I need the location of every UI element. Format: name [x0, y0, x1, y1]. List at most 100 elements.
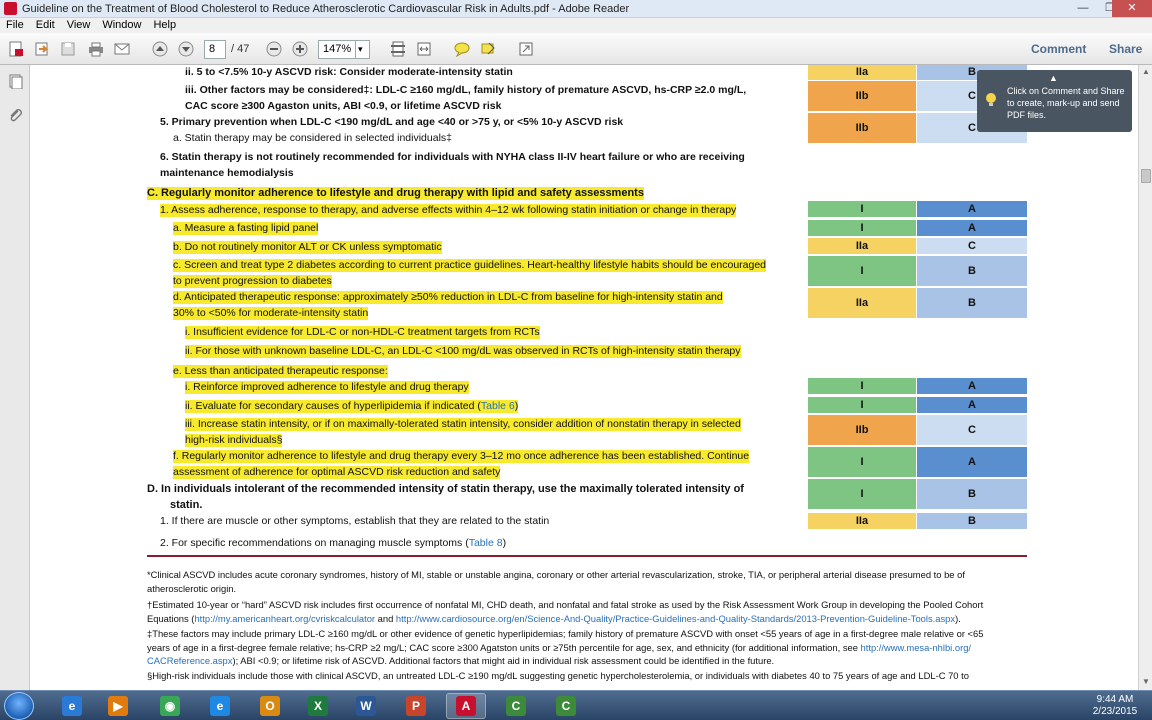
scroll-thumb[interactable] [1141, 169, 1151, 183]
rec-line: 2. For specific recommendations on manag… [160, 537, 507, 549]
open-icon[interactable] [32, 39, 52, 59]
system-clock[interactable]: 9:44 AM 2/23/2015 [1080, 694, 1150, 718]
cor-cell: I [808, 397, 916, 413]
cor-cell: I [808, 220, 916, 236]
loe-cell: A [917, 201, 1027, 217]
expand-icon[interactable] [516, 39, 536, 59]
cor-cell: IIb [808, 415, 916, 445]
footnote-line: CACReference.aspx); ABI <0.9; or lifetim… [147, 655, 775, 666]
cor-cell: I [808, 447, 916, 477]
document-view[interactable]: ii. 5 to <7.5% 10-y ASCVD risk: Consider… [30, 65, 1138, 690]
page-total: / 47 [231, 43, 250, 55]
camtasia-icon: C [506, 696, 526, 716]
vertical-scrollbar[interactable]: ▲ ▼ [1138, 65, 1152, 690]
menu-window[interactable]: Window [96, 18, 147, 33]
cor-cell: IIb [808, 113, 916, 143]
loe-cell: A [917, 378, 1027, 394]
section-heading-c: C. Regularly monitor adherence to lifest… [147, 187, 644, 200]
comment-button[interactable]: Comment [1031, 42, 1086, 56]
create-pdf-icon[interactable] [6, 39, 26, 59]
rec-line: 1. If there are muscle or other symptoms… [160, 515, 550, 527]
footnote-line: †Estimated 10-year or “hard” ASCVD risk … [147, 599, 984, 610]
zoom-out-icon[interactable] [264, 39, 284, 59]
highlight-icon[interactable] [478, 39, 498, 59]
next-page-icon[interactable] [176, 39, 196, 59]
zoom-input[interactable]: 147% [318, 40, 356, 59]
loe-cell: A [917, 447, 1027, 477]
taskbar-app-camtasia[interactable]: C [496, 693, 536, 719]
start-button[interactable] [4, 692, 34, 720]
minimize-button[interactable]: — [1070, 0, 1096, 17]
scroll-up-icon[interactable]: ▲ [1141, 67, 1151, 77]
menu-help[interactable]: Help [147, 18, 182, 33]
save-icon[interactable] [58, 39, 78, 59]
taskbar-app-ie[interactable]: e [52, 693, 92, 719]
fit-width-icon[interactable] [414, 39, 434, 59]
cor-cell: IIa [808, 513, 916, 529]
rec-line: iii. Increase statin intensity, or if on… [185, 418, 741, 431]
cor-cell: I [808, 256, 916, 286]
loe-cell: B [917, 513, 1027, 529]
print-icon[interactable] [86, 39, 106, 59]
table-6-link[interactable]: Table 6 [481, 400, 515, 412]
previous-page-icon[interactable] [150, 39, 170, 59]
rec-line: assessment of adherence for optimal ASCV… [173, 466, 501, 479]
share-button[interactable]: Share [1109, 42, 1142, 56]
rec-line: a. Statin therapy may be considered in s… [173, 132, 452, 144]
rec-line: ii. Evaluate for secondary causes of hyp… [185, 400, 519, 413]
taskbar-app-acrobat[interactable]: A [446, 693, 486, 719]
taskbar-app-ie2[interactable]: e [200, 693, 240, 719]
rec-line: e. Less than anticipated therapeutic res… [173, 365, 388, 378]
taskbar-app-outlook[interactable]: O [250, 693, 290, 719]
email-icon[interactable] [112, 39, 132, 59]
rec-line: c. Screen and treat type 2 diabetes acco… [173, 259, 767, 272]
taskbar-app-camtasia2[interactable]: C [546, 693, 586, 719]
taskbar-app-excel[interactable]: X [298, 693, 338, 719]
taskbar-app-chrome[interactable]: ◉ [150, 693, 190, 719]
close-button[interactable]: ✕ [1112, 0, 1152, 17]
tooltip-text: Click on Comment and Share to create, ma… [1007, 86, 1125, 120]
footnote-line: §High-risk individuals include those wit… [147, 670, 969, 681]
page-number-input[interactable]: 8 [204, 40, 226, 59]
cardiosource-link[interactable]: http://www.cardiosource.org/en/Science-A… [396, 613, 955, 624]
menu-file[interactable]: File [0, 18, 30, 33]
taskbar-app-word[interactable]: W [346, 693, 386, 719]
lightbulb-icon [985, 92, 997, 108]
cor-cell: IIa [808, 288, 916, 318]
table-8-link[interactable]: Table 8 [469, 537, 503, 549]
rec-line: maintenance hemodialysis [160, 167, 294, 179]
acrobat-icon: A [456, 696, 476, 716]
risk-calculator-link[interactable]: http://my.americanheart.org/cvriskcalcul… [194, 613, 375, 624]
attachments-icon[interactable] [7, 107, 23, 123]
rec-line: 5. Primary prevention when LDL-C <190 mg… [160, 116, 624, 128]
page-thumbnails-icon[interactable] [7, 73, 23, 90]
menu-edit[interactable]: Edit [30, 18, 61, 33]
rec-line: b. Do not routinely monitor ALT or CK un… [173, 241, 442, 254]
ie-icon: e [62, 696, 82, 716]
rec-line: to prevent progression to diabetes [173, 275, 332, 288]
taskbar-app-media[interactable]: ▶ [98, 693, 138, 719]
outlook-icon: O [260, 696, 280, 716]
comment-share-tooltip[interactable]: ▲ Click on Comment and Share to create, … [977, 70, 1132, 132]
zoom-in-icon[interactable] [290, 39, 310, 59]
loe-cell: C [917, 238, 1027, 254]
scroll-down-icon[interactable]: ▼ [1141, 677, 1151, 687]
menu-view[interactable]: View [61, 18, 97, 33]
taskbar-app-powerpoint[interactable]: P [396, 693, 436, 719]
fit-page-icon[interactable] [388, 39, 408, 59]
mesa-link-cont[interactable]: CACReference.aspx [147, 655, 232, 666]
rec-line: ii. 5 to <7.5% 10-y ASCVD risk: Consider… [185, 66, 513, 78]
toolbar: 8 / 47 147% ▾ Comment Share [0, 33, 1152, 65]
zoom-dropdown-icon[interactable]: ▾ [355, 40, 370, 59]
taskbar: e ▶ ◉ e O X W P A C C 9:44 AM 2/23/2015 [0, 690, 1152, 720]
ie2-icon: e [210, 696, 230, 716]
camtasia2-icon: C [556, 696, 576, 716]
footnote-divider [147, 555, 1027, 557]
sticky-note-icon[interactable] [452, 39, 472, 59]
mesa-link[interactable]: http://www.mesa-nhlbi.org/ [861, 642, 971, 653]
footnote-line: Equations (http://my.americanheart.org/c… [147, 613, 961, 624]
word-icon: W [356, 696, 376, 716]
rec-line: CAC score ≥300 Agaston units, ABI <0.9, … [185, 100, 502, 112]
cor-cell: IIa [808, 65, 916, 80]
loe-cell: B [917, 256, 1027, 286]
